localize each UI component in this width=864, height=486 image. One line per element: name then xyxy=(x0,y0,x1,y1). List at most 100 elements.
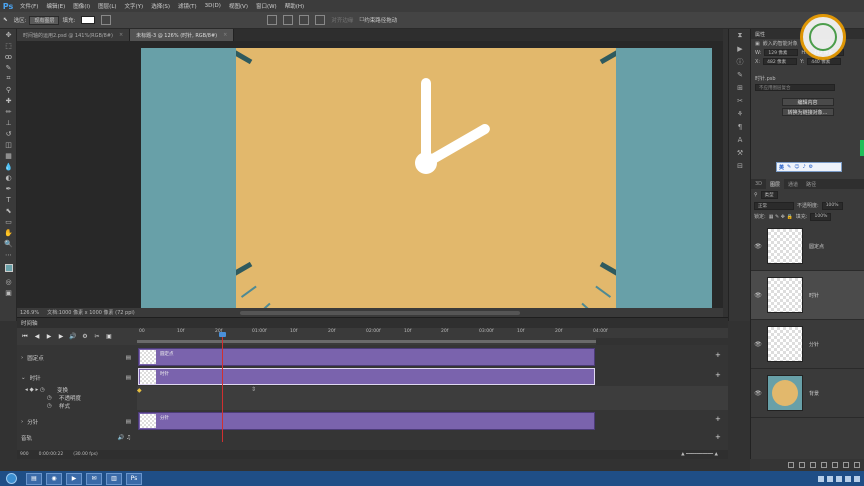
eraser-tool-icon[interactable]: ◫ xyxy=(0,139,17,150)
ime-mode[interactable]: 英 xyxy=(779,164,784,171)
start-button[interactable] xyxy=(0,471,22,486)
ime-pen-icon[interactable]: ✎ xyxy=(787,164,791,170)
menu-3d[interactable]: 3D(D) xyxy=(201,3,225,9)
adjustment-icon[interactable] xyxy=(821,462,827,468)
horizontal-scrollbar[interactable] xyxy=(240,311,520,315)
timeline-clip[interactable]: 分针 xyxy=(138,412,595,430)
close-icon[interactable]: × xyxy=(223,32,227,38)
layer-comps-icon[interactable]: ⊟ xyxy=(729,159,751,172)
eye-icon[interactable]: 👁 xyxy=(751,243,765,250)
timeline-clip-selected[interactable]: 时针 xyxy=(138,368,595,385)
link-icon[interactable] xyxy=(788,462,794,468)
menu-image[interactable]: 图像(I) xyxy=(69,2,94,10)
next-frame-icon[interactable]: ▶ xyxy=(57,333,65,340)
shape-tool-icon[interactable]: ▭ xyxy=(0,216,17,227)
keyframe-diamond-icon[interactable]: ◆ xyxy=(137,387,142,394)
tab-layers[interactable]: 图层 xyxy=(766,179,785,189)
constrain-path-checkbox[interactable]: ☐ 约束路径拖动 xyxy=(356,15,400,26)
hand-tool-icon[interactable]: ✋ xyxy=(0,227,17,238)
layer-row[interactable]: 👁 分针 xyxy=(751,320,864,369)
marquee-tool-icon[interactable]: ⬚ xyxy=(0,40,17,51)
menu-file[interactable]: 文件(F) xyxy=(16,2,42,10)
history-icon[interactable]: ⧗ xyxy=(729,29,751,42)
lasso-tool-icon[interactable]: ꝏ xyxy=(0,51,17,62)
split-icon[interactable]: ✂ xyxy=(93,333,101,340)
ime-settings-icon[interactable]: ⚙ xyxy=(809,164,813,170)
playhead-line[interactable] xyxy=(222,334,223,442)
width-field[interactable]: 129 像素 xyxy=(764,49,799,56)
tab-paths[interactable]: 路径 xyxy=(802,179,820,189)
path-select-tool-icon[interactable]: ⬉ xyxy=(0,15,11,26)
menu-help[interactable]: 帮助(H) xyxy=(281,2,308,10)
gradient-tool-icon[interactable]: ▦ xyxy=(0,150,17,161)
film-icon[interactable]: ▤ xyxy=(126,375,131,381)
center-pin[interactable] xyxy=(415,152,437,174)
eye-icon[interactable]: 👁 xyxy=(751,292,765,299)
screen-mode-icon[interactable]: ▣ xyxy=(0,287,17,298)
more-tools-icon[interactable]: ⋯ xyxy=(0,249,17,260)
blend-mode-dropdown[interactable]: 正常 xyxy=(754,201,794,210)
menu-filter[interactable]: 滤镜(T) xyxy=(174,2,201,10)
x-field[interactable]: 482 像素 xyxy=(763,58,798,65)
folder-icon[interactable] xyxy=(832,462,838,468)
character-icon[interactable]: A xyxy=(729,133,751,146)
track-header[interactable]: › 圆定点 ▤ xyxy=(17,349,137,367)
zoom-level[interactable]: 126.9% xyxy=(20,310,39,316)
film-icon[interactable]: ▤ xyxy=(126,419,131,425)
add-media-icon[interactable]: + xyxy=(715,371,721,379)
first-frame-icon[interactable]: ⏮ xyxy=(21,333,29,341)
layer-row-selected[interactable]: 👁 时针 xyxy=(751,271,864,320)
work-area-bar[interactable] xyxy=(137,338,596,345)
select-dropdown[interactable]: 现有图层 xyxy=(29,15,60,25)
add-media-icon[interactable]: + xyxy=(715,351,721,359)
chat-icon[interactable]: ✉ xyxy=(86,472,102,485)
track-header[interactable]: ⌄ 时针 ▤ xyxy=(17,369,137,387)
tray-icon[interactable] xyxy=(818,475,824,482)
stamp-tool-icon[interactable]: ⊥ xyxy=(0,117,17,128)
layer-row[interactable]: 👁 背景 xyxy=(751,369,864,418)
convert-to-linked-button[interactable]: 转换为链接对象... xyxy=(781,108,834,116)
chevron-right-icon[interactable]: › xyxy=(21,419,23,425)
type-tool-icon[interactable]: T xyxy=(0,194,17,205)
audio-icon[interactable]: 🔊 xyxy=(69,333,77,340)
tab-document-1[interactable]: 时间轴的运用2.psd @ 141%(RGB/8#) × xyxy=(17,29,131,41)
move-tool-icon[interactable]: ✥ xyxy=(0,29,17,40)
prev-frame-icon[interactable]: ◀ xyxy=(33,333,41,340)
clone-source-icon[interactable]: ⚘ xyxy=(729,107,751,120)
fx-icon[interactable] xyxy=(799,462,805,468)
audio-icon[interactable]: 🔊 ♫ xyxy=(117,435,131,441)
menu-edit[interactable]: 编辑(E) xyxy=(42,2,69,10)
filter-type-dropdown[interactable]: 类型 xyxy=(760,190,778,199)
style-property[interactable]: ◷ 样式 xyxy=(17,402,137,410)
zoom-tool-icon[interactable]: 🔍 xyxy=(0,238,17,249)
quick-select-tool-icon[interactable]: ✎ xyxy=(0,62,17,73)
info-icon[interactable]: ⓘ xyxy=(729,55,751,68)
current-time[interactable]: 0:00:00:22 xyxy=(39,452,64,457)
menu-type[interactable]: 文字(Y) xyxy=(121,2,148,10)
chevron-down-icon[interactable]: ⌄ xyxy=(21,375,26,381)
play-icon[interactable]: ▶ xyxy=(45,333,53,340)
tray-icon[interactable] xyxy=(827,475,833,482)
timeline-header[interactable]: 时间轴 xyxy=(17,317,728,328)
zoom-slider[interactable]: ▲ ━━━━━━━━━━ ▲ xyxy=(681,452,718,457)
media-icon[interactable]: ▶ xyxy=(66,472,82,485)
menu-select[interactable]: 选择(S) xyxy=(147,2,174,10)
new-layer-icon[interactable] xyxy=(843,462,849,468)
opacity-field[interactable]: 100% xyxy=(821,201,843,210)
transition-icon[interactable]: ▣ xyxy=(105,333,113,340)
stopwatch-icon[interactable]: ◷ xyxy=(47,403,59,409)
layer-comp-dropdown[interactable]: 不应用图层复合 xyxy=(755,84,835,91)
align-edges-label[interactable]: 对齐边缘 xyxy=(328,15,356,26)
close-icon[interactable]: × xyxy=(119,32,123,38)
chevron-right-icon[interactable]: › xyxy=(21,355,23,361)
pen-tool-icon[interactable]: ✒ xyxy=(0,183,17,194)
property-lanes[interactable] xyxy=(137,386,728,410)
path-align-icon[interactable] xyxy=(283,15,294,25)
adjust-icon[interactable]: ⊞ xyxy=(729,81,751,94)
track-header[interactable]: › 分针 ▤ xyxy=(17,413,137,431)
path-ops-icon[interactable] xyxy=(267,15,278,25)
tray-icon[interactable] xyxy=(854,475,860,482)
lock-icons[interactable]: ▦ ✎ ✥ 🔒 xyxy=(769,214,793,220)
eye-icon[interactable]: 👁 xyxy=(751,390,765,397)
dodge-tool-icon[interactable]: ◐ xyxy=(0,172,17,183)
